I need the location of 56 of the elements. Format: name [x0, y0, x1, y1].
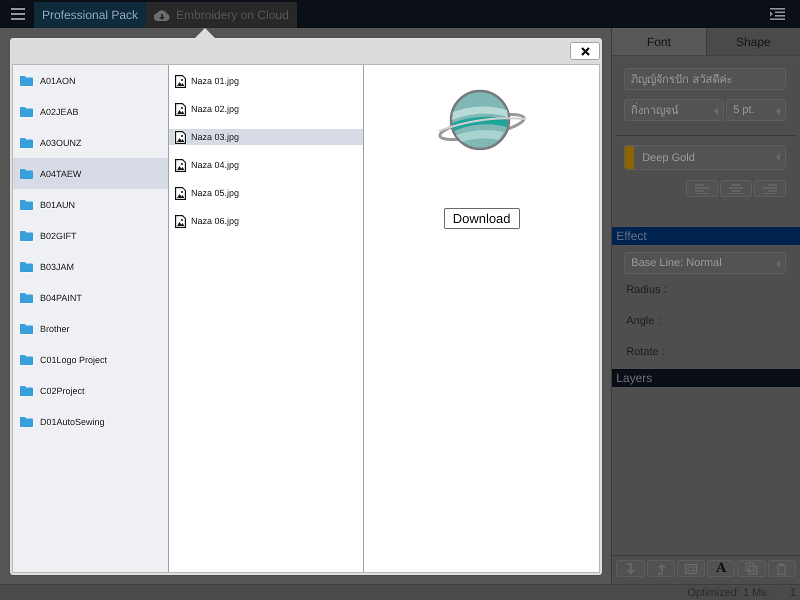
folder-item[interactable]: Brother [13, 313, 168, 344]
folder-icon [20, 200, 33, 210]
close-button[interactable] [570, 42, 600, 60]
arrow-up-icon [656, 562, 666, 574]
frame-icon [684, 562, 698, 574]
folder-item[interactable]: A01AON [13, 65, 168, 96]
file-item[interactable]: Naza 05.jpg [169, 179, 363, 207]
align-left-icon [695, 184, 709, 194]
arrow-down-icon [625, 562, 636, 574]
copy-icon [745, 562, 758, 575]
file-item[interactable]: Naza 04.jpg [169, 151, 363, 179]
folder-icon [20, 386, 33, 396]
folder-item[interactable]: A03OUNZ [13, 127, 168, 158]
folder-item[interactable]: A04TAEW [13, 158, 168, 189]
file-item[interactable]: Naza 06.jpg [169, 207, 363, 235]
folder-item[interactable]: C01Logo Project [13, 344, 168, 375]
menu-icon[interactable] [11, 8, 25, 20]
cloud-download-icon [154, 9, 170, 21]
folder-icon [20, 138, 33, 148]
section-header: Layers [612, 369, 800, 387]
folder-item[interactable]: B03JAM [13, 251, 168, 282]
section-header: Effect [612, 227, 800, 245]
folder-icon [20, 168, 33, 178]
folder-item[interactable]: A02JEAB [13, 96, 168, 127]
folder-icon [20, 324, 33, 334]
image-file-icon [175, 214, 186, 228]
top-tab[interactable]: Professional Pack [34, 2, 146, 28]
image-file-icon [175, 102, 186, 116]
image-file-icon [175, 158, 186, 172]
align-right-button[interactable] [754, 180, 786, 197]
folder-item[interactable]: D01AutoSewing [13, 406, 168, 437]
folder-icon [20, 76, 33, 86]
download-button[interactable]: Download [444, 208, 520, 229]
folder-icon [20, 262, 33, 272]
folder-icon [20, 416, 33, 426]
trash-icon [776, 562, 788, 574]
image-file-icon [175, 74, 186, 88]
folder-item[interactable]: C02Project [13, 375, 168, 406]
align-center-button[interactable] [720, 180, 752, 197]
file-item[interactable]: Naza 03.jpg [169, 129, 363, 145]
align-left-button[interactable] [686, 180, 718, 197]
folder-icon [20, 354, 33, 364]
align-center-icon [729, 184, 743, 194]
image-file-icon [175, 130, 186, 144]
align-right-icon [763, 184, 777, 194]
folder-icon [20, 230, 33, 240]
image-file-icon [175, 186, 186, 200]
folder-item[interactable]: B02GIFT [13, 220, 168, 251]
folder-item[interactable]: B01AUN [13, 189, 168, 220]
folder-icon [20, 106, 33, 116]
list-icon[interactable] [770, 8, 785, 20]
file-item[interactable]: Naza 02.jpg [169, 95, 363, 123]
close-icon [580, 46, 590, 56]
file-item[interactable]: Naza 01.jpg [169, 67, 363, 95]
folder-item[interactable]: B04PAINT [13, 282, 168, 313]
folder-icon [20, 292, 33, 302]
